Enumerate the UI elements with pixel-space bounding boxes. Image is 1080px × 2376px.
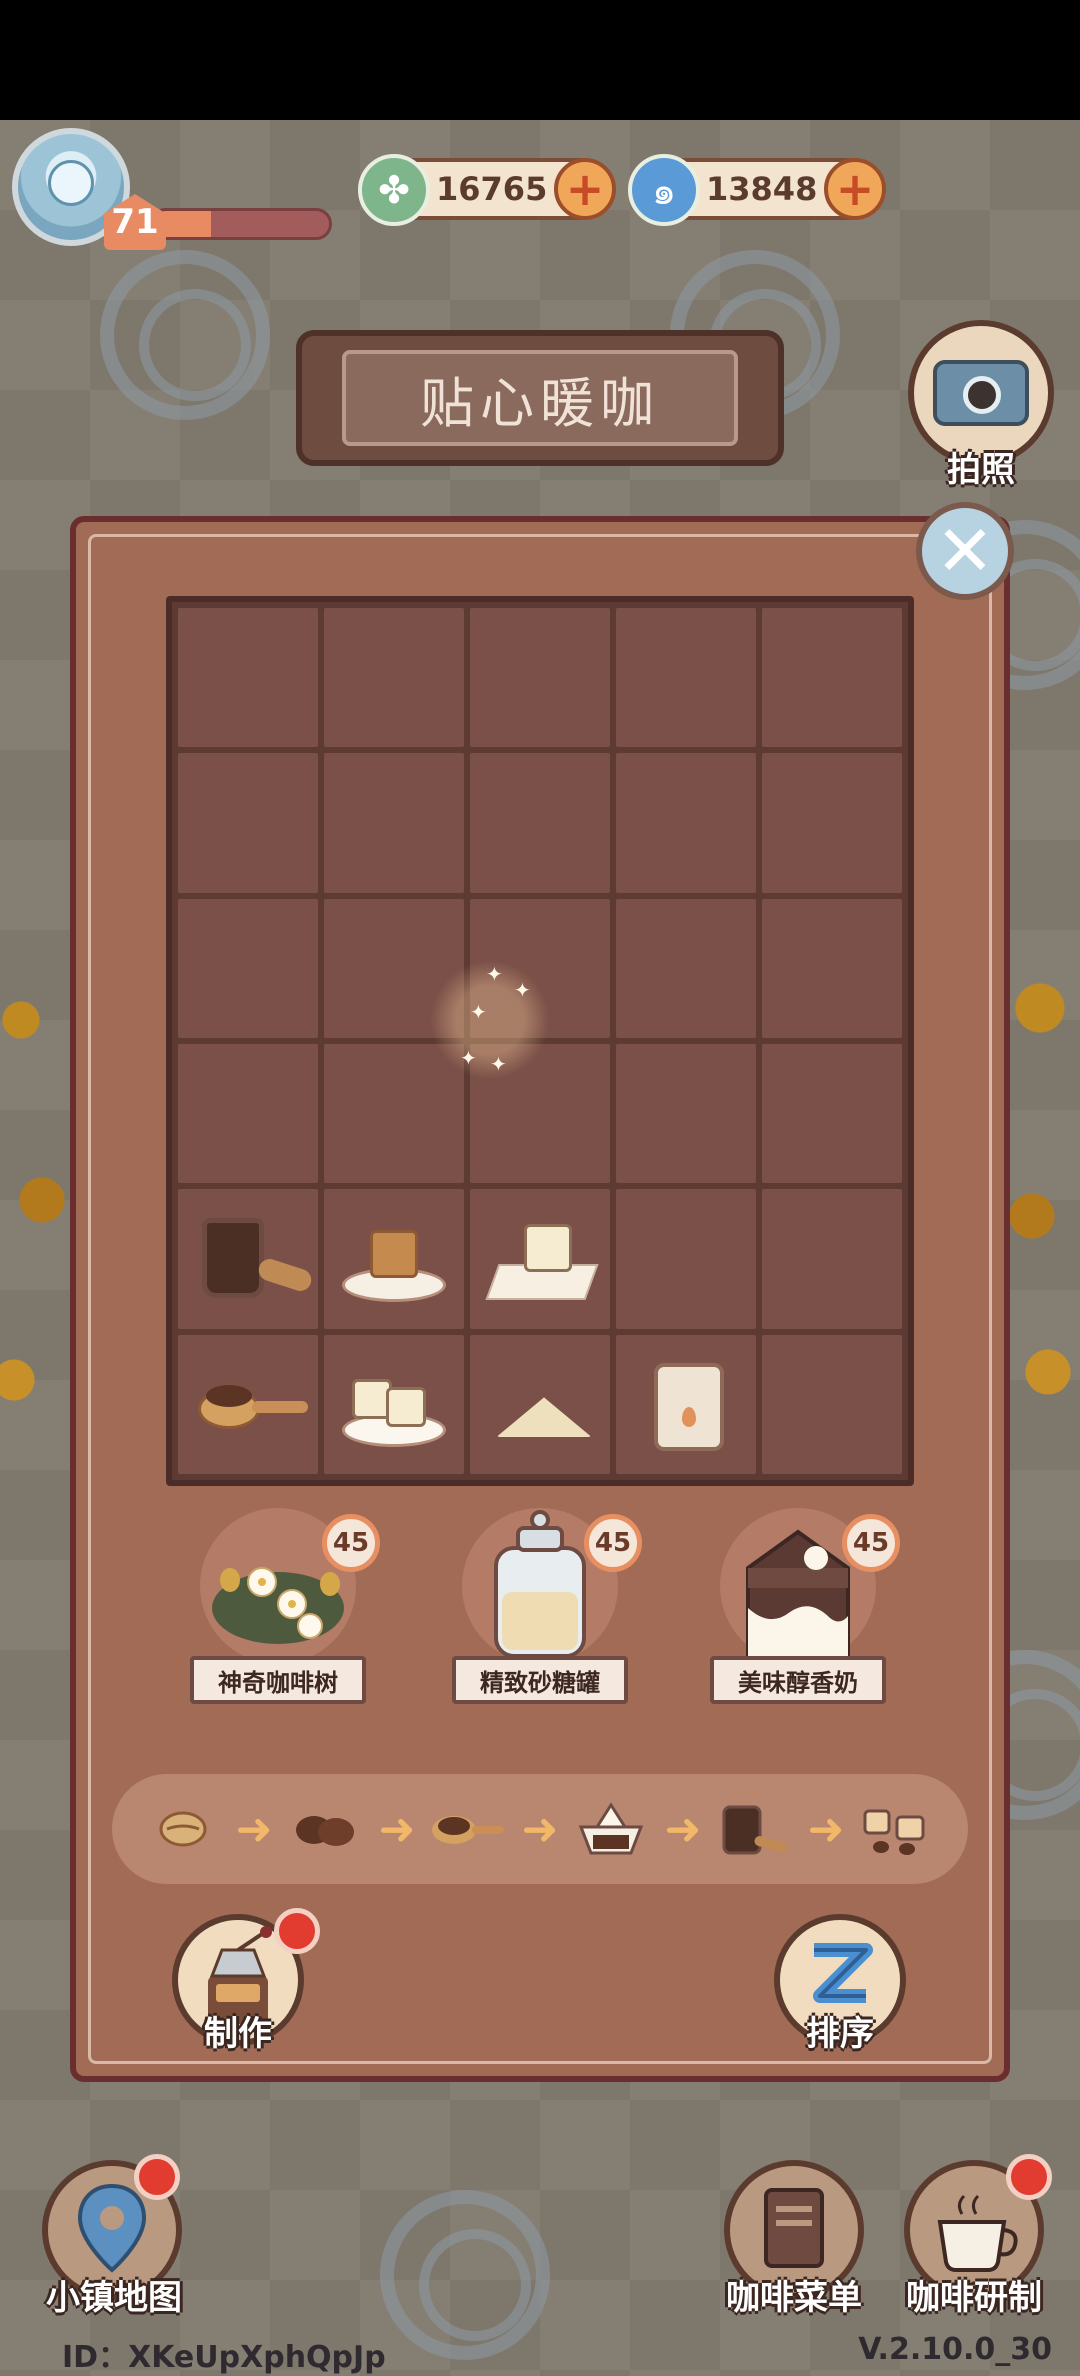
add-swirl-button[interactable]: + xyxy=(824,158,886,220)
inventory-slot[interactable] xyxy=(178,1189,318,1329)
inventory-slot[interactable] xyxy=(762,753,902,893)
sparkle-icon: ✦ xyxy=(486,962,503,986)
source-count-badge: 45 xyxy=(322,1514,380,1572)
coffee-research-label: 咖啡研制 xyxy=(906,2278,1042,2318)
coffee-menu-label: 咖啡菜单 xyxy=(726,2278,862,2318)
research-notification-dot xyxy=(1006,2154,1052,2200)
sun-floor-decoration xyxy=(380,2190,550,2360)
camera-icon xyxy=(933,360,1029,426)
inventory-slot[interactable] xyxy=(178,1043,318,1184)
chain-arrow-icon: ➜ xyxy=(378,1803,416,1855)
avatar-face-icon xyxy=(48,160,94,206)
inventory-slot[interactable] xyxy=(616,753,756,893)
source-count-badge: 45 xyxy=(842,1514,900,1572)
sparkle-icon: ✦ xyxy=(470,1000,487,1024)
source-label: 美味醇香奶 xyxy=(710,1656,886,1704)
source-coffee-tree[interactable]: 45 神奇咖啡树 xyxy=(186,1508,380,1708)
xp-bar xyxy=(150,208,332,240)
shop-sign-title: 贴心暖咖 xyxy=(342,350,738,446)
sun-floor-decoration xyxy=(100,250,270,420)
sugar-cubes-plate-icon xyxy=(334,1349,454,1459)
chain-arrow-icon: ➜ xyxy=(521,1803,559,1855)
merge-sparkle-effect: ✦ ✦ ✦ ✦ ✦ xyxy=(430,960,550,1080)
chain-arrow-icon: ➜ xyxy=(235,1803,273,1855)
roasted-beans-icon xyxy=(285,1789,365,1869)
currency-leaf: ✤ 16765 + xyxy=(358,154,616,226)
inventory-slot[interactable] xyxy=(324,1334,464,1474)
inventory-slot[interactable] xyxy=(470,608,610,748)
milk-powder-bag-icon xyxy=(626,1349,746,1459)
ginkgo-tree-left xyxy=(0,900,70,1500)
espresso-cups-icon xyxy=(857,1789,937,1869)
status-bar xyxy=(0,0,1080,120)
drip-filter-icon xyxy=(571,1789,651,1869)
coffee-pitcher-icon xyxy=(188,1204,315,1314)
chain-arrow-icon: ➜ xyxy=(664,1803,702,1855)
sparkle-icon: ✦ xyxy=(460,1046,477,1070)
inventory-slot[interactable] xyxy=(616,1043,756,1184)
inventory-slot[interactable] xyxy=(616,1334,756,1474)
map-notification-dot xyxy=(134,2154,180,2200)
source-sugar-jar[interactable]: 45 精致砂糖罐 xyxy=(448,1508,642,1708)
sparkle-icon: ✦ xyxy=(514,978,531,1002)
currency-leaf-value: 16765 xyxy=(436,170,548,208)
make-notification-dot xyxy=(274,1908,320,1954)
ginkgo-tree-right xyxy=(1000,930,1080,1450)
inventory-slot[interactable] xyxy=(324,753,464,893)
close-icon: ✕ xyxy=(935,510,995,592)
inventory-slot[interactable] xyxy=(324,608,464,748)
sort-label: 排序 xyxy=(806,2014,874,2054)
camera-lens xyxy=(963,376,1001,414)
inventory-slot[interactable] xyxy=(470,753,610,893)
player-id: ID：XKeUpXphQpJp xyxy=(62,2340,386,2375)
process-chain: ➜ ➜ ➜ ➜ ➜ xyxy=(112,1774,968,1884)
sugar-powder-pile-icon xyxy=(480,1349,600,1459)
currency-swirl-value: 13848 xyxy=(706,170,818,208)
source-count-badge: 45 xyxy=(584,1514,642,1572)
ground-coffee-spoon-icon xyxy=(188,1349,308,1459)
brown-sugar-cube-icon xyxy=(334,1204,454,1314)
coffee-bean-icon xyxy=(143,1789,223,1869)
inventory-slot[interactable] xyxy=(762,1189,902,1329)
inventory-slot[interactable] xyxy=(762,608,902,748)
inventory-slot[interactable] xyxy=(178,1334,318,1474)
make-label: 制作 xyxy=(204,2014,272,2054)
inventory-slot[interactable] xyxy=(470,1189,610,1329)
swirl-icon: ๑ xyxy=(628,154,700,226)
inventory-slot[interactable] xyxy=(616,1189,756,1329)
source-milk[interactable]: 45 美味醇香奶 xyxy=(706,1508,900,1708)
inventory-slot[interactable] xyxy=(324,1043,464,1184)
close-button[interactable]: ✕ xyxy=(916,502,1014,600)
inventory-slot[interactable] xyxy=(470,1334,610,1474)
chain-arrow-icon: ➜ xyxy=(807,1803,845,1855)
pitcher-icon xyxy=(714,1789,794,1869)
currency-swirl: ๑ 13848 + xyxy=(628,154,886,226)
inventory-slot[interactable] xyxy=(178,753,318,893)
inventory-slot[interactable] xyxy=(762,1334,902,1474)
shop-sign: 贴心暖咖 xyxy=(296,330,784,466)
inventory-slot[interactable] xyxy=(762,898,902,1038)
town-map-label: 小镇地图 xyxy=(46,2278,182,2318)
source-label: 神奇咖啡树 xyxy=(190,1656,366,1704)
add-leaf-button[interactable]: + xyxy=(554,158,616,220)
inventory-slot[interactable] xyxy=(616,898,756,1038)
inventory-slot[interactable] xyxy=(178,608,318,748)
sparkle-icon: ✦ xyxy=(490,1052,507,1076)
inventory-slot[interactable] xyxy=(762,1043,902,1184)
clover-icon: ✤ xyxy=(358,154,430,226)
inventory-slot[interactable] xyxy=(324,1189,464,1329)
source-label: 精致砂糖罐 xyxy=(452,1656,628,1704)
camera-label: 拍照 xyxy=(947,450,1015,490)
ground-coffee-icon xyxy=(428,1789,508,1869)
version-label: V.2.10.0_30 xyxy=(858,2332,1052,2367)
sugar-cube-on-napkin-icon xyxy=(480,1204,600,1314)
inventory-slot[interactable] xyxy=(616,608,756,748)
inventory-slot[interactable] xyxy=(178,898,318,1038)
